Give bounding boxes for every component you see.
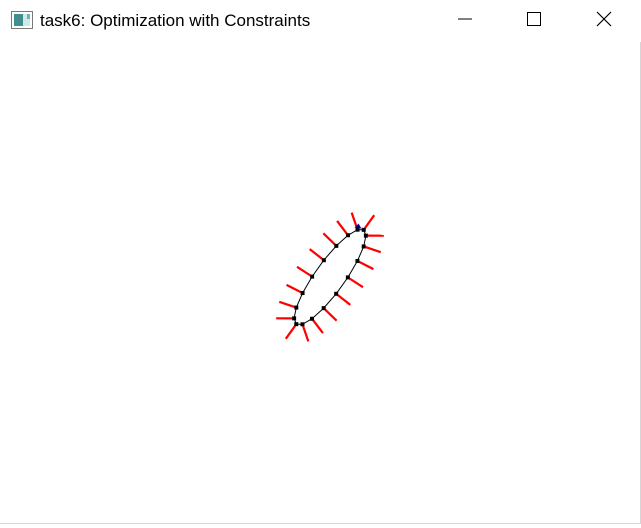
normal-vector [287,285,301,292]
control-point[interactable] [364,234,368,238]
normal-vector [350,278,363,287]
normal-vector [338,295,351,305]
app-icon [11,11,33,29]
minimize-icon [457,11,473,32]
render-canvas[interactable] [0,42,640,523]
close-icon [595,10,613,33]
normal-vector [337,221,347,234]
normal-vector [303,326,308,341]
control-point[interactable] [300,322,304,326]
control-point[interactable] [310,317,314,321]
control-point[interactable] [355,259,359,263]
normal-vector [365,215,374,228]
normal-vector [279,302,294,307]
normal-vector [313,320,323,333]
normal-vector [286,326,295,339]
maximize-button[interactable] [500,0,568,42]
maximize-icon [526,11,542,32]
control-point[interactable] [301,291,305,295]
control-point[interactable] [294,322,298,326]
close-button[interactable] [570,0,638,42]
normal-vector [325,310,336,321]
normal-vector [366,247,381,252]
normal-vector [310,249,323,259]
control-point[interactable] [362,244,366,248]
control-point[interactable] [322,306,326,310]
control-point[interactable] [322,258,326,262]
control-point[interactable] [346,233,350,237]
control-point[interactable] [292,316,296,320]
control-point[interactable] [334,244,338,248]
normal-vector [352,213,357,228]
window-title: task6: Optimization with Constraints [40,10,310,32]
minimize-button[interactable] [431,0,499,42]
normal-vector [297,267,310,276]
app-window: task6: Optimization with Constraints [0,0,641,524]
constraint-curve-scene[interactable] [0,42,640,523]
control-point[interactable] [362,228,366,232]
control-point[interactable] [294,306,298,310]
title-bar[interactable]: task6: Optimization with Constraints [0,0,641,42]
constraint-curve [294,230,366,325]
control-point[interactable] [310,275,314,279]
control-point[interactable] [346,275,350,279]
control-point[interactable] [334,292,338,296]
normal-vector [359,262,373,269]
normal-vector [323,233,334,244]
